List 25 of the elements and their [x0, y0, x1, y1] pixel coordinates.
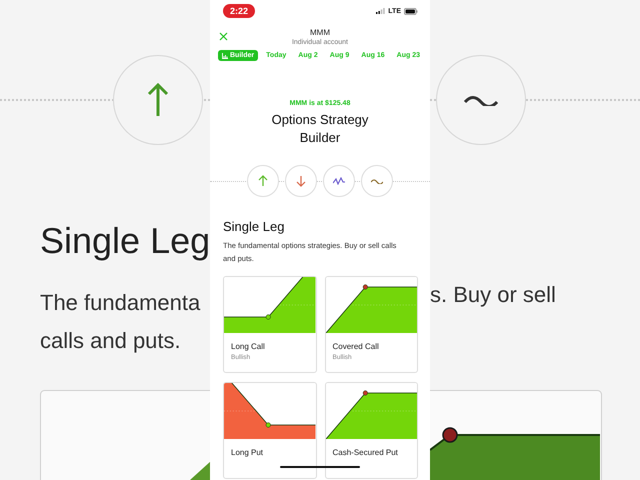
background-text: The fundamenta	[39, 289, 200, 317]
section-title: Single Leg	[223, 219, 286, 234]
strategy-card[interactable]: Cash-Secured Put	[324, 382, 418, 479]
page-title: Options Strategy Builder	[270, 111, 370, 147]
strategy-name: Long Call	[231, 342, 266, 351]
arrow-down-icon	[296, 175, 306, 187]
bar-chart-icon	[222, 52, 228, 58]
zigzag-icon	[333, 177, 345, 185]
outlook-button[interactable]	[285, 165, 317, 197]
background-heading: Single Leg	[39, 220, 210, 262]
status-time: 2:22	[223, 4, 256, 18]
background-text: calls and puts.	[39, 327, 181, 355]
close-button[interactable]	[219, 32, 228, 41]
strategy-name: Covered Call	[332, 342, 380, 351]
strategy-name: Cash-Secured Put	[332, 448, 399, 457]
outlook-button[interactable]	[247, 165, 279, 197]
signal-icon	[376, 8, 386, 14]
strategy-card[interactable]: Long Put	[223, 382, 316, 479]
battery-icon	[404, 8, 418, 14]
stock-symbol: MMM	[310, 28, 330, 37]
wave-icon	[371, 178, 383, 184]
strategy-name: Long Put	[231, 448, 264, 457]
arrow-up-icon	[258, 175, 268, 187]
background-text: s. Buy or sell	[430, 281, 556, 309]
outlook-button[interactable]	[323, 165, 355, 197]
